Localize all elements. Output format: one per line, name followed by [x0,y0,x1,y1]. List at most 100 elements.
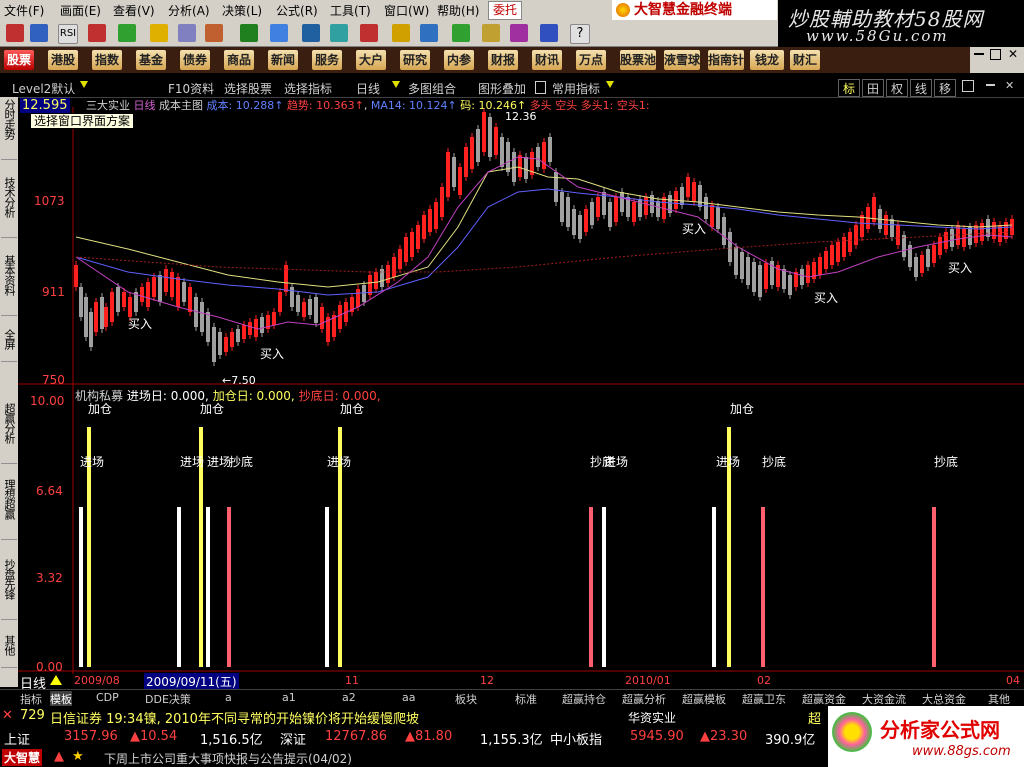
left-tab-other[interactable]: 其他 [1,635,17,668]
bar-chart-icon[interactable] [88,24,106,42]
btab[interactable]: aa [402,691,415,704]
scissors-icon[interactable] [360,24,378,42]
sme-label[interactable]: 中小板指 [550,729,602,748]
btab[interactable]: 模板 [50,691,72,707]
btab[interactable]: CDP [96,691,119,704]
select-indicator-button[interactable]: 选择指标 [284,80,332,97]
left-tab-fullscreen[interactable]: 全屏 [1,329,17,362]
func-tab-finance-news[interactable]: 财讯 [532,50,562,70]
func-tab-service[interactable]: 服务 [312,50,342,70]
triangle-up-icon[interactable] [50,675,62,685]
overlay-button[interactable]: 图形叠加 [478,80,526,97]
tab-mark[interactable]: 标 [838,79,860,97]
pen-icon[interactable] [205,24,223,42]
chevron-down-icon[interactable] [606,81,614,88]
menu-help[interactable]: 帮助(H) [437,2,479,19]
menu-edit[interactable]: 画面(E) [60,2,101,19]
diamond-icon[interactable] [392,24,410,42]
chevron-down-icon[interactable] [80,81,88,88]
btab[interactable]: 板块 [455,691,477,707]
monitor-icon[interactable] [270,24,288,42]
func-tab-stock-pool[interactable]: 股票池 [620,50,656,70]
left-tab-intraday[interactable]: 分时走势 [1,99,17,160]
func-tab-report[interactable]: 财报 [488,50,518,70]
level2-select[interactable]: Level2默认 [12,80,75,97]
btab[interactable]: DDE决策 [145,691,191,707]
func-tab-caihui[interactable]: 财汇 [790,50,820,70]
minimize-icon[interactable] [974,53,984,55]
menu-tools[interactable]: 工具(T) [330,2,371,19]
crosshair-icon[interactable] [150,24,168,42]
menu-window[interactable]: 窗口(W) [384,2,429,19]
tab-rights[interactable]: 权 [886,79,908,97]
btab[interactable]: 标准 [515,691,537,707]
back-icon[interactable] [6,24,24,42]
btab[interactable]: 超赢资金 [802,691,846,707]
close-icon[interactable]: ✕ [1005,79,1014,92]
minimize-icon[interactable] [986,84,995,86]
sh-label[interactable]: 上证 [4,729,30,748]
layout-icon[interactable] [452,24,470,42]
btab[interactable]: 超赢持仓 [562,691,606,707]
book-icon[interactable] [510,24,528,42]
close-icon[interactable]: ✕ [2,708,13,723]
weituo-button[interactable]: 委托 [488,1,522,20]
func-tab-research[interactable]: 研究室 [400,50,430,70]
func-tab-stock[interactable]: 股票 [4,50,34,70]
btab[interactable]: 其他 [988,691,1010,707]
btab[interactable]: 指标 [20,691,42,707]
menu-file[interactable]: 文件(F) [4,2,44,19]
grid-icon[interactable] [30,24,48,42]
func-tab-hk[interactable]: 港股 [48,50,78,70]
close-icon[interactable]: ✕ [1008,47,1018,61]
func-tab-commodity[interactable]: 商品 [224,50,254,70]
func-tab-index[interactable]: 指数 [92,50,122,70]
notice-text[interactable]: 下周上市公司重大事项快报与公告提示(04/02) [104,750,352,767]
help-icon[interactable]: ? [570,24,590,44]
func-tab-wandian[interactable]: 万点 [576,50,606,70]
menu-formula[interactable]: 公式(R) [276,2,318,19]
restore-icon[interactable] [962,80,974,92]
btab[interactable]: 超赢分析 [622,691,666,707]
btab[interactable]: 大总资金 [922,691,966,707]
left-tab-ideal[interactable]: 理想超赢 [1,479,17,540]
menu-decision[interactable]: 决策(L) [222,2,262,19]
func-tab-compass[interactable]: 指南针 [708,50,744,70]
kline-chart[interactable] [18,97,1024,674]
window-icon[interactable] [420,24,438,42]
ruler-icon[interactable] [178,24,196,42]
news-headline[interactable]: 日信证券 19:34镍, 2010年不同寻常的开始镍价将开始缓慢爬坡 [50,708,419,727]
func-tab-qianlong[interactable]: 钱龙 [750,50,784,70]
left-tab-technical[interactable]: 技术分析 [1,177,17,238]
binoculars-icon[interactable] [302,24,320,42]
btab[interactable]: 大资金流 [862,691,906,707]
menu-analysis[interactable]: 分析(A) [168,2,210,19]
func-tab-news[interactable]: 新闻 [268,50,298,70]
left-tab-fundamentals[interactable]: 基本资料 [1,255,17,316]
func-tab-snowball[interactable]: 液雪球 [664,50,700,70]
common-indicator-select[interactable]: 常用指标 [552,80,600,97]
tab-grid[interactable]: 田 [862,79,884,97]
people-icon[interactable] [330,24,348,42]
maximize-icon[interactable] [990,49,1001,60]
btab[interactable]: a [225,691,232,704]
left-tab-pioneer[interactable]: 抄盘先锋 [1,559,17,620]
ticker-stock[interactable]: 华资实业 [628,709,676,726]
func-tab-fund[interactable]: 基金 [136,50,166,70]
tab-line[interactable]: 线 [910,79,932,97]
menu-view[interactable]: 查看(V) [113,2,155,19]
period-select[interactable]: 日线 [356,80,380,97]
btab[interactable]: 超赢卫东 [742,691,786,707]
flag-icon[interactable] [240,24,258,42]
left-tab-super-analysis[interactable]: 超赢分析 [1,403,17,464]
tab-move[interactable]: 移 [934,79,956,97]
note-icon[interactable] [482,24,500,42]
f10-button[interactable]: F10资料 [168,80,214,97]
rsi-icon[interactable]: RSI [58,24,78,44]
multi-chart-button[interactable]: 多图组合 [408,80,456,97]
select-stock-button[interactable]: 选择股票 [224,80,272,97]
sz-label[interactable]: 深证 [280,729,306,748]
btab[interactable]: 超赢模板 [682,691,726,707]
line-chart-icon[interactable] [118,24,136,42]
func-tab-vip[interactable]: 大户室 [356,50,386,70]
